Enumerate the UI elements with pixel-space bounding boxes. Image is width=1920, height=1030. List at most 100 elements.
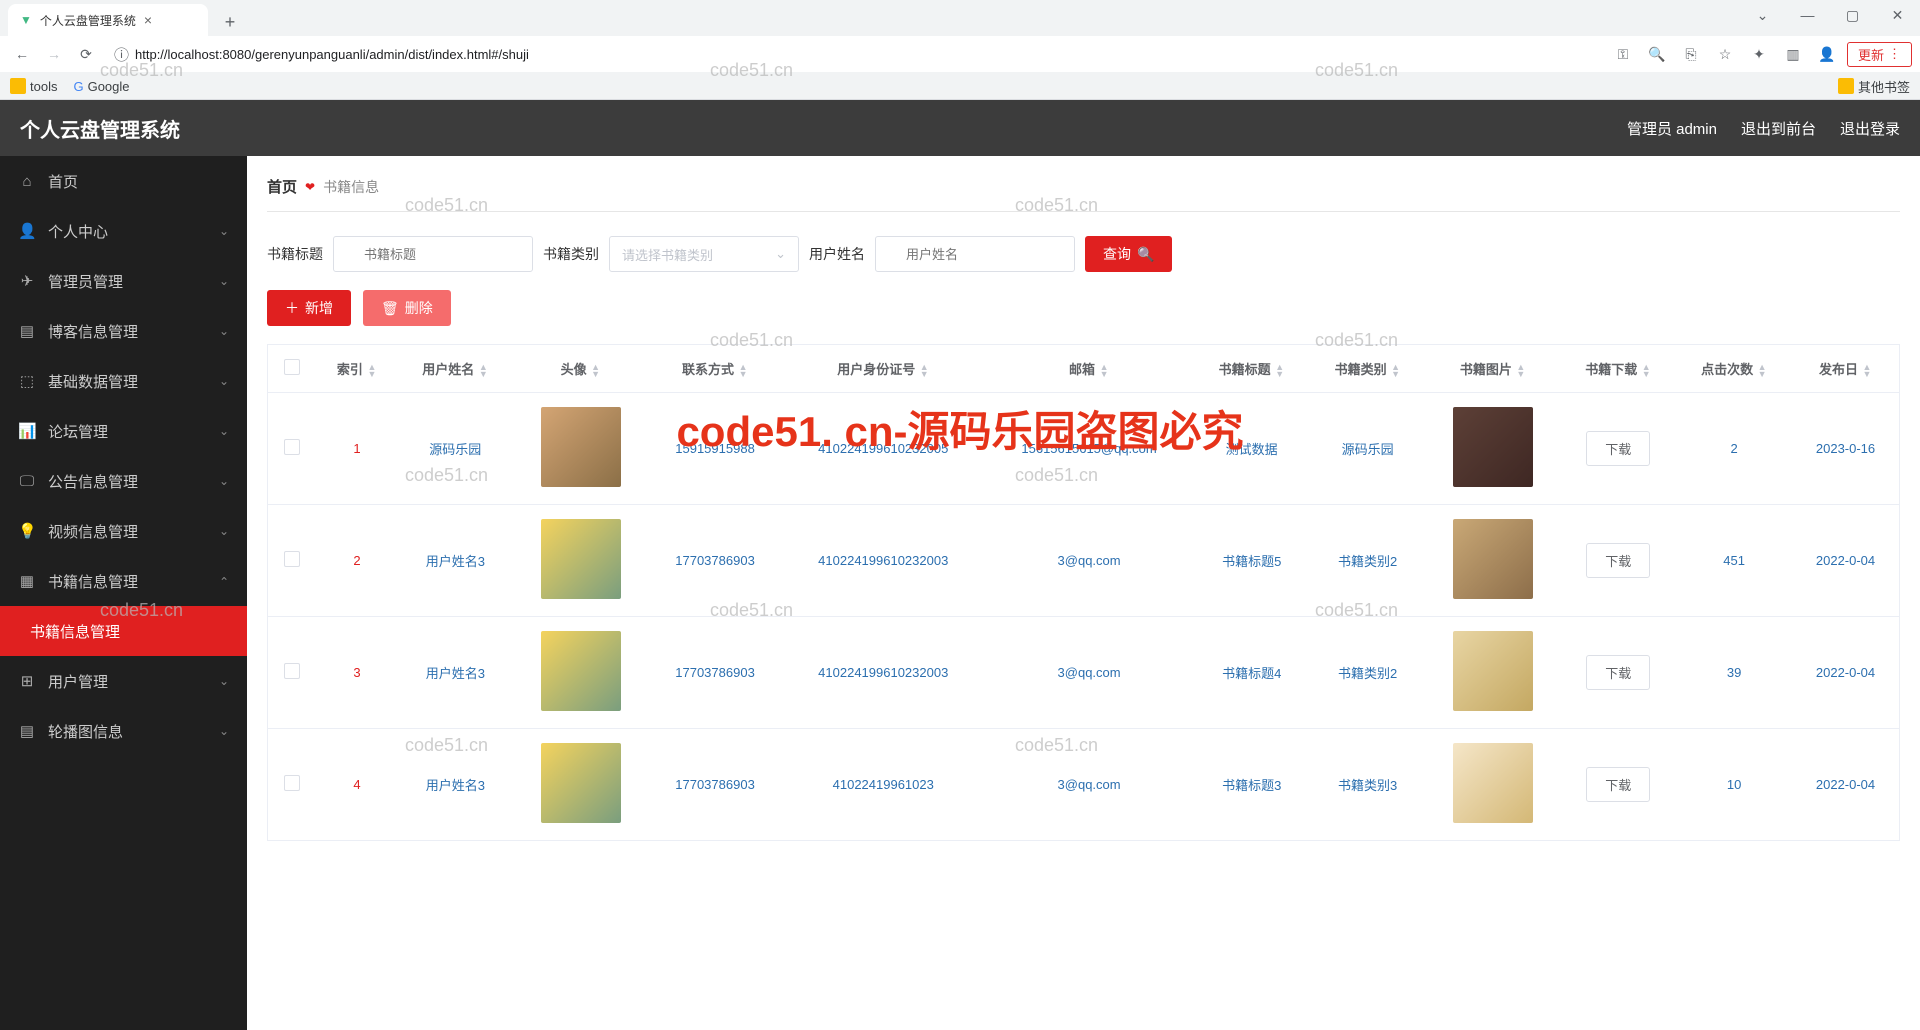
cell-phone: 17703786903	[648, 617, 782, 729]
tab-title: 个人云盘管理系统	[40, 12, 136, 29]
side-panel-icon[interactable]: ▥	[1779, 40, 1807, 68]
cell-title: 书籍标题3	[1194, 729, 1310, 841]
chevron-down-icon: ⌄	[219, 424, 229, 438]
cell-download: 下载	[1560, 505, 1676, 617]
sidebar-submenu-active[interactable]: 书籍信息管理	[0, 606, 247, 656]
new-tab-button[interactable]: +	[216, 8, 244, 36]
cell-idcard: 41022419961023	[782, 729, 984, 841]
avatar-image	[541, 631, 621, 711]
maximize-icon[interactable]: ▢	[1830, 0, 1875, 30]
row-checkbox[interactable]	[284, 551, 300, 567]
sidebar-item-7[interactable]: 💡 视频信息管理 ⌄	[0, 506, 247, 556]
bookmark-tools[interactable]: tools	[10, 78, 57, 94]
sort-icon[interactable]	[591, 364, 601, 378]
sidebar-item-1[interactable]: 👤 个人中心 ⌄	[0, 206, 247, 256]
close-tab-icon[interactable]: ×	[144, 12, 156, 28]
sort-icon[interactable]	[1391, 364, 1401, 378]
key-icon[interactable]: ⚿	[1609, 40, 1637, 68]
sidebar-item-10[interactable]: ▤ 轮播图信息 ⌄	[0, 706, 247, 756]
sort-icon[interactable]	[919, 364, 929, 378]
checkbox-all[interactable]	[284, 359, 300, 375]
cell-download: 下载	[1560, 729, 1676, 841]
sort-icon[interactable]	[1641, 364, 1651, 378]
col-header[interactable]: 头像	[513, 345, 648, 393]
col-header[interactable]	[268, 345, 317, 393]
row-checkbox[interactable]	[284, 439, 300, 455]
search-title-input[interactable]	[333, 236, 533, 272]
col-header[interactable]: 邮箱	[984, 345, 1193, 393]
sort-icon[interactable]	[1516, 364, 1526, 378]
app-title: 个人云盘管理系统	[20, 114, 180, 143]
minimize-icon[interactable]: —	[1785, 0, 1830, 30]
menu-icon: 🖵	[18, 473, 36, 490]
col-header[interactable]: 书籍标题	[1194, 345, 1310, 393]
sort-icon[interactable]	[367, 364, 377, 378]
col-header[interactable]: 索引	[317, 345, 398, 393]
back-button[interactable]: ←	[8, 40, 36, 68]
sort-icon[interactable]	[1862, 364, 1872, 378]
download-button[interactable]: 下载	[1586, 655, 1650, 690]
update-button[interactable]: 更新⋮	[1847, 42, 1912, 67]
cell-name: 源码乐园	[397, 393, 513, 505]
cell-clicks: 39	[1676, 617, 1792, 729]
reload-button[interactable]: ⟳	[72, 40, 100, 68]
col-header[interactable]: 书籍类别	[1310, 345, 1426, 393]
browser-tab[interactable]: ▼ 个人云盘管理系统 ×	[8, 4, 208, 36]
sidebar-item-6[interactable]: 🖵 公告信息管理 ⌄	[0, 456, 247, 506]
menu-icon: ▤	[18, 722, 36, 740]
menu-label: 轮播图信息	[48, 721, 207, 742]
download-button[interactable]: 下载	[1586, 767, 1650, 802]
close-window-icon[interactable]: ✕	[1875, 0, 1920, 30]
bookmark-google[interactable]: GGoogle	[73, 79, 129, 94]
sort-icon[interactable]	[1099, 364, 1109, 378]
sort-icon[interactable]	[478, 364, 488, 378]
sidebar-item-5[interactable]: 📊 论坛管理 ⌄	[0, 406, 247, 456]
menu-label: 基础数据管理	[48, 371, 207, 392]
col-header[interactable]: 书籍图片	[1426, 345, 1561, 393]
sidebar-item-8[interactable]: ▦ 书籍信息管理 ⌄	[0, 556, 247, 606]
search-title-label: 书籍标题	[267, 244, 323, 264]
query-button[interactable]: 查询🔍	[1085, 236, 1172, 272]
sidebar-item-4[interactable]: ⬚ 基础数据管理 ⌄	[0, 356, 247, 406]
user-label[interactable]: 管理员 admin	[1627, 118, 1717, 139]
search-type-select[interactable]: 请选择书籍类别 ⌄	[609, 236, 799, 272]
breadcrumb-home[interactable]: 首页	[267, 176, 297, 197]
cell-phone: 15915915988	[648, 393, 782, 505]
col-header[interactable]: 书籍下载	[1560, 345, 1676, 393]
bookmark-other[interactable]: 其他书签	[1838, 77, 1910, 96]
col-header[interactable]: 发布日	[1792, 345, 1899, 393]
col-header[interactable]: 用户身份证号	[782, 345, 984, 393]
col-header[interactable]: 联系方式	[648, 345, 782, 393]
download-button[interactable]: 下载	[1586, 431, 1650, 466]
sort-icon[interactable]	[1275, 364, 1285, 378]
menu-label: 博客信息管理	[48, 321, 207, 342]
sort-icon[interactable]	[1757, 364, 1767, 378]
cell-date: 2022-0-04	[1792, 729, 1899, 841]
sidebar-item-2[interactable]: ✈ 管理员管理 ⌄	[0, 256, 247, 306]
cell-avatar	[513, 505, 648, 617]
extensions-icon[interactable]: ✦	[1745, 40, 1773, 68]
search-icon: 🔍	[1137, 246, 1154, 263]
logout-link[interactable]: 退出登录	[1840, 118, 1900, 139]
row-checkbox[interactable]	[284, 663, 300, 679]
translate-icon[interactable]: ⎘	[1677, 40, 1705, 68]
sort-icon[interactable]	[738, 364, 748, 378]
cell-index: 2	[317, 505, 398, 617]
delete-button[interactable]: 🗑 删除	[363, 290, 451, 326]
sidebar-item-3[interactable]: ▤ 博客信息管理 ⌄	[0, 306, 247, 356]
profile-icon[interactable]: 👤	[1813, 40, 1841, 68]
col-header[interactable]: 用户姓名	[397, 345, 513, 393]
exit-front-link[interactable]: 退出到前台	[1741, 118, 1816, 139]
col-header[interactable]: 点击次数	[1676, 345, 1792, 393]
sidebar-item-0[interactable]: ⌂ 首页	[0, 156, 247, 206]
search-user-input[interactable]	[875, 236, 1075, 272]
add-button[interactable]: ＋ 新增	[267, 290, 351, 326]
zoom-icon[interactable]: 🔍	[1643, 40, 1671, 68]
address-bar[interactable]: ⓘ http://localhost:8080/gerenyunpanguanl…	[104, 40, 1605, 68]
chevron-down-icon[interactable]: ⌄	[1740, 0, 1785, 30]
bookmark-star-icon[interactable]: ☆	[1711, 40, 1739, 68]
sidebar-item-9[interactable]: ⊞ 用户管理 ⌄	[0, 656, 247, 706]
download-button[interactable]: 下载	[1586, 543, 1650, 578]
row-checkbox[interactable]	[284, 775, 300, 791]
forward-button[interactable]: →	[40, 40, 68, 68]
